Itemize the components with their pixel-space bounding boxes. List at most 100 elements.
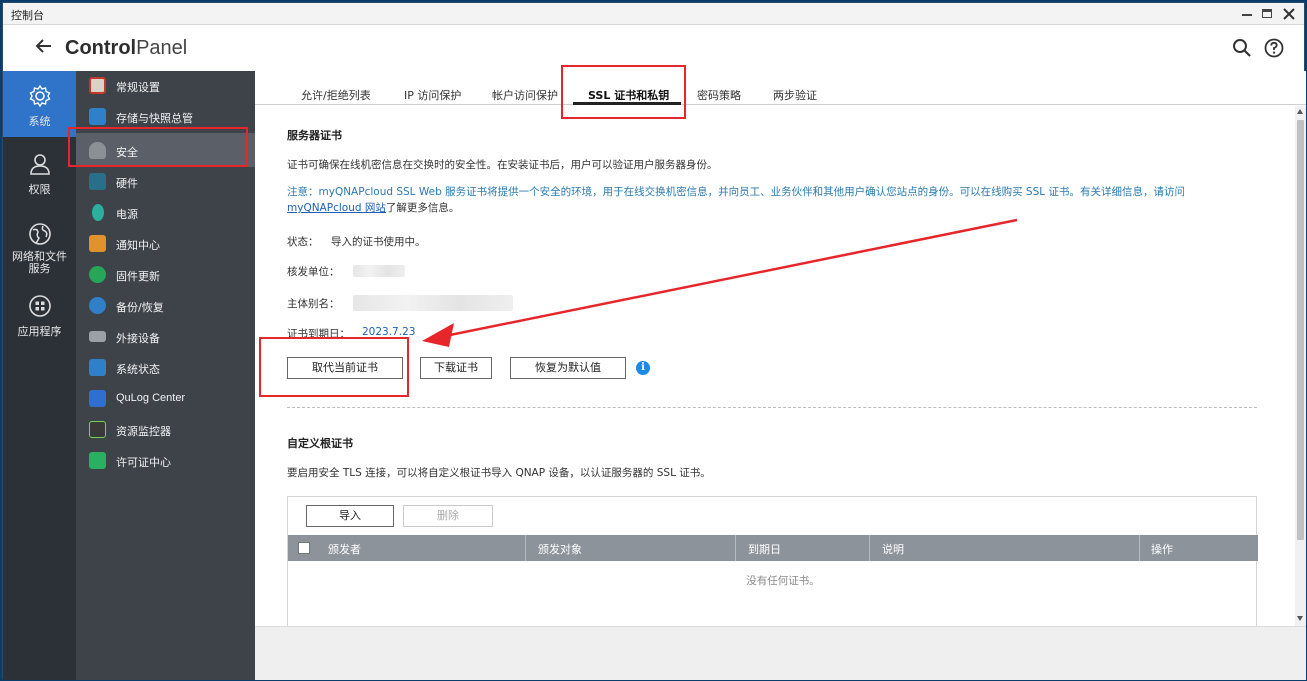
sidebar-item-qulog[interactable]: QuLog Center xyxy=(76,384,255,414)
qulog-icon xyxy=(89,390,106,407)
close-button[interactable] xyxy=(1281,6,1297,22)
column-expiry[interactable]: 到期日 xyxy=(748,541,781,557)
status-label: 状态： xyxy=(287,236,319,248)
server-cert-description: 证书可确保在线机密信息在交换时的安全性。在安装证书后，用户可以验证用户服务器身份… xyxy=(287,159,718,171)
close-icon xyxy=(1283,8,1295,20)
sidebar-item-license[interactable]: 许可证中心 xyxy=(76,446,255,476)
app-title-bold: Control xyxy=(65,37,137,59)
firmware-icon xyxy=(89,266,106,283)
annotation-box-security xyxy=(68,127,248,167)
rail-label: 网络和文件服务 xyxy=(12,250,67,275)
app-title-light: Panel xyxy=(136,37,188,59)
hardware-icon xyxy=(89,173,106,190)
column-divider xyxy=(525,535,526,561)
column-issuer[interactable]: 颁发者 xyxy=(328,541,361,557)
scroll-down-icon[interactable] xyxy=(1297,616,1303,621)
empty-table-message: 没有任何证书。 xyxy=(746,575,820,587)
column-description[interactable]: 说明 xyxy=(882,541,904,557)
sidebar-item-backup[interactable]: 备份/恢复 xyxy=(76,291,255,321)
tab-allow-deny[interactable]: 允许/拒绝列表 xyxy=(301,87,371,103)
column-actions[interactable]: 操作 xyxy=(1151,541,1173,557)
ssl-content: 服务器证书 证书可确保在线机密信息在交换时的安全性。在安装证书后，用户可以验证用… xyxy=(255,106,1295,626)
sidebar-item-label: QuLog Center xyxy=(116,392,186,404)
sidebar-item-hardware[interactable]: 硬件 xyxy=(76,167,255,197)
note-text: 注意：myQNAPcloud SSL Web 服务证书将提供一个安全的环境，用于… xyxy=(287,186,1185,198)
sidebar-item-label: 电源 xyxy=(116,208,138,221)
tab-two-step[interactable]: 两步验证 xyxy=(773,87,817,103)
sidebar-item-label: 通知中心 xyxy=(116,239,160,252)
help-icon xyxy=(1264,38,1284,58)
search-button[interactable] xyxy=(1231,37,1253,59)
user-icon xyxy=(29,154,50,175)
issuer-label: 核发单位： xyxy=(287,266,340,278)
rail-item-network[interactable]: 网络和文件服务 xyxy=(3,221,76,283)
table-header: 颁发者 颁发对象 到期日 说明 操作 xyxy=(288,535,1258,561)
select-all-checkbox[interactable] xyxy=(298,542,310,554)
info-icon[interactable]: i xyxy=(636,361,650,375)
subject-label: 主体别名： xyxy=(287,298,340,310)
column-issued-to[interactable]: 颁发对象 xyxy=(538,541,582,557)
rail-item-apps[interactable]: 应用程序 xyxy=(3,293,76,343)
maximize-button[interactable] xyxy=(1259,6,1275,22)
restore-default-button[interactable]: 恢复为默认值 xyxy=(510,357,626,379)
back-button[interactable] xyxy=(35,37,53,59)
root-cert-table: 导入 删除 颁发者 颁发对象 到期日 说明 操作 没有任何证书。 xyxy=(287,496,1258,626)
scroll-up-icon[interactable] xyxy=(1297,109,1303,114)
tab-account-protection[interactable]: 帐户访问保护 xyxy=(492,87,558,103)
subject-value-redacted xyxy=(353,295,513,311)
sidebar-item-external-device[interactable]: 外接设备 xyxy=(76,322,255,352)
tab-password-policy[interactable]: 密码策略 xyxy=(697,87,741,103)
gear-icon xyxy=(29,84,50,108)
sidebar-item-firmware[interactable]: 固件更新 xyxy=(76,260,255,290)
sidebar-item-label: 系统状态 xyxy=(116,363,160,376)
sidebar-item-notification[interactable]: 通知中心 xyxy=(76,229,255,259)
sidebar-item-label: 许可证中心 xyxy=(116,456,171,469)
sidebar-item-resource-monitor[interactable]: 资源监控器 xyxy=(76,415,255,445)
tab-bar: 允许/拒绝列表 IP 访问保护 帐户访问保护 SSL 证书和私钥 密码策略 两步… xyxy=(255,71,1306,105)
arrow-left-icon xyxy=(35,39,51,53)
rail-label: 应用程序 xyxy=(17,325,62,338)
maximize-icon xyxy=(1262,9,1272,18)
storage-icon xyxy=(89,108,106,125)
sidebar-item-label: 资源监控器 xyxy=(116,425,171,438)
help-button[interactable] xyxy=(1263,37,1285,59)
window-titlebar: 控制台 xyxy=(3,3,1304,25)
general-settings-icon xyxy=(89,77,106,94)
status-value: 导入的证书使用中。 xyxy=(331,236,426,248)
server-cert-title: 服务器证书 xyxy=(287,129,342,142)
sidebar-item-label: 存储与快照总管 xyxy=(116,112,193,125)
apps-icon xyxy=(28,295,51,317)
column-divider xyxy=(735,535,736,561)
scroll-thumb[interactable] xyxy=(1297,120,1304,540)
myqnapcloud-link[interactable]: myQNAPcloud 网站 xyxy=(287,202,386,214)
sidebar-item-system-status[interactable]: 系统状态 xyxy=(76,353,255,383)
rail-item-system[interactable]: 系统 xyxy=(3,71,76,137)
sidebar-item-label: 备份/恢复 xyxy=(116,301,164,314)
license-icon xyxy=(89,452,106,469)
minimize-button[interactable] xyxy=(1239,6,1255,22)
sidebar-item-label: 外接设备 xyxy=(116,332,160,345)
notification-icon xyxy=(89,235,106,252)
search-icon xyxy=(1233,39,1251,57)
backup-icon xyxy=(89,297,106,314)
rail-item-permissions[interactable]: 权限 xyxy=(3,151,76,201)
column-divider xyxy=(869,535,870,561)
app-title: ControlPanel xyxy=(65,37,187,60)
sidebar-item-power[interactable]: 电源 xyxy=(76,198,255,228)
import-button[interactable]: 导入 xyxy=(306,505,394,527)
window-title: 控制台 xyxy=(11,9,44,22)
issuer-value-redacted xyxy=(353,265,405,277)
power-icon xyxy=(92,204,104,221)
category-rail: 系统 权限 网络和文件服务 应用程序 xyxy=(3,71,76,680)
myqnapcloud-note: 注意：myQNAPcloud SSL Web 服务证书将提供一个安全的环境，用于… xyxy=(287,184,1207,216)
section-divider xyxy=(287,407,1257,408)
minimize-icon xyxy=(1242,14,1252,16)
annotation-box-replace-button xyxy=(259,337,409,397)
delete-button[interactable]: 删除 xyxy=(403,505,493,527)
external-device-icon xyxy=(89,331,106,342)
sidebar-item-general[interactable]: 常规设置 xyxy=(76,71,255,101)
sidebar-item-label: 常规设置 xyxy=(116,81,160,94)
tab-ip-protection[interactable]: IP 访问保护 xyxy=(404,87,461,103)
vertical-scrollbar[interactable] xyxy=(1295,106,1306,626)
download-cert-button[interactable]: 下载证书 xyxy=(420,357,492,379)
